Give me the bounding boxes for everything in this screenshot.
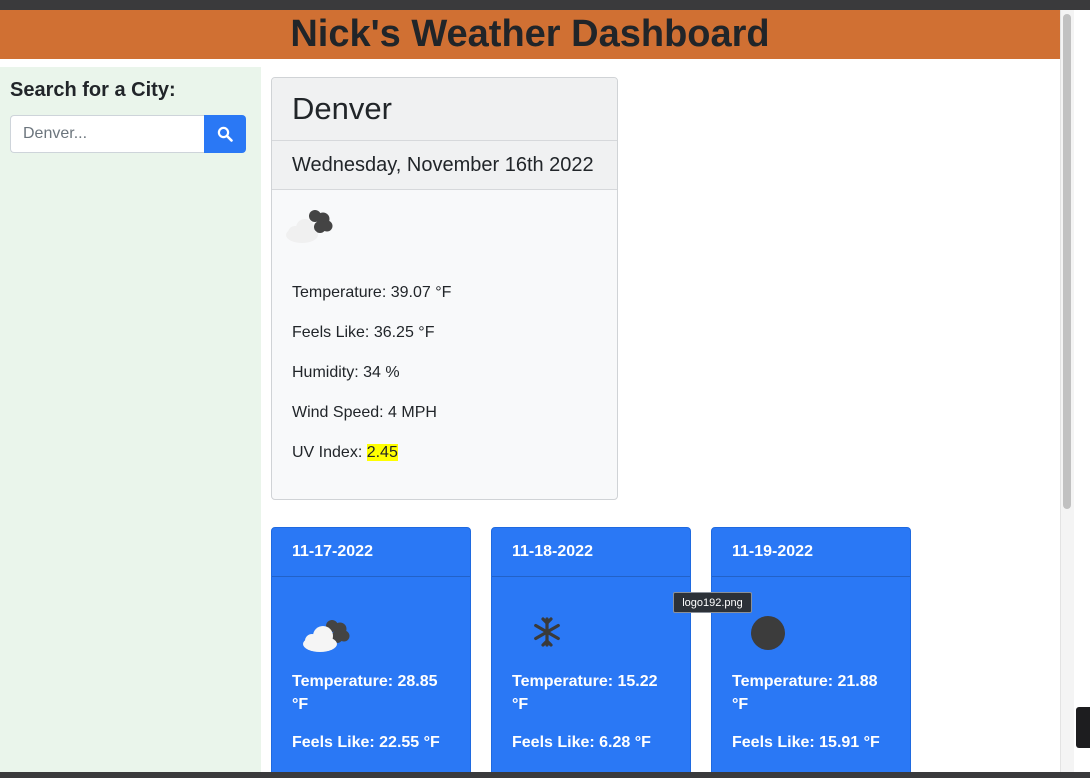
forecast-date: 11-18-2022 bbox=[492, 528, 690, 577]
search-button[interactable] bbox=[204, 115, 246, 153]
side-panel-handle[interactable] bbox=[1076, 707, 1090, 748]
forecast-date: 11-19-2022 bbox=[712, 528, 910, 577]
window-edge bbox=[1074, 10, 1090, 772]
date-header: Wednesday, November 16th 2022 bbox=[272, 141, 617, 190]
city-header: Denver bbox=[272, 78, 617, 141]
forecast-temperature: Temperature: 28.85 °F bbox=[292, 673, 438, 713]
city-name: Denver bbox=[292, 91, 392, 126]
cloud-icon bbox=[303, 620, 350, 652]
current-uv-index: UV Index: 2.45 bbox=[292, 444, 398, 462]
uv-label: UV Index: bbox=[292, 444, 367, 461]
forecast-feels-like: Feels Like: 22.55 °F bbox=[292, 734, 440, 751]
current-humidity: Humidity: 34 % bbox=[292, 364, 400, 381]
forecast-date: 11-17-2022 bbox=[272, 528, 470, 577]
uv-value-badge: 2.45 bbox=[366, 444, 398, 461]
browser-top-strip bbox=[0, 0, 1090, 10]
forecast-card: 11-17-2022 Temperature: 28.85 °F Feels L… bbox=[271, 527, 471, 777]
circle-icon bbox=[751, 616, 785, 650]
browser-bottom-strip bbox=[0, 772, 1090, 778]
current-feels-like: Feels Like: 36.25 °F bbox=[292, 324, 435, 341]
city-search-input[interactable] bbox=[10, 115, 205, 153]
page-title: Nick's Weather Dashboard bbox=[290, 13, 770, 55]
current-date: Wednesday, November 16th 2022 bbox=[292, 153, 594, 176]
forecast-card: 11-19-2022 Temperature: 21.88 °F Feels L… bbox=[711, 527, 911, 777]
forecast-card: 11-18-2022 Temperature: 15.22 °F Feels L… bbox=[491, 527, 691, 777]
cloud-icon bbox=[286, 210, 333, 243]
snowflake-icon bbox=[534, 617, 560, 647]
search-icon bbox=[217, 126, 233, 142]
search-heading: Search for a City: bbox=[10, 79, 176, 101]
page-header: Nick's Weather Dashboard bbox=[0, 10, 1060, 59]
forecast-temperature: Temperature: 15.22 °F bbox=[512, 673, 658, 713]
current-weather-card: Denver Wednesday, November 16th 2022 Tem… bbox=[271, 77, 618, 500]
scrollbar-thumb[interactable] bbox=[1063, 14, 1071, 509]
sidebar: Search for a City: bbox=[0, 67, 261, 772]
current-wind-speed: Wind Speed: 4 MPH bbox=[292, 404, 437, 421]
current-temperature: Temperature: 39.07 °F bbox=[292, 284, 452, 301]
forecast-temperature: Temperature: 21.88 °F bbox=[732, 673, 878, 713]
forecast-feels-like: Feels Like: 15.91 °F bbox=[732, 734, 880, 751]
image-tooltip: logo192.png bbox=[673, 592, 752, 613]
forecast-feels-like: Feels Like: 6.28 °F bbox=[512, 734, 651, 751]
